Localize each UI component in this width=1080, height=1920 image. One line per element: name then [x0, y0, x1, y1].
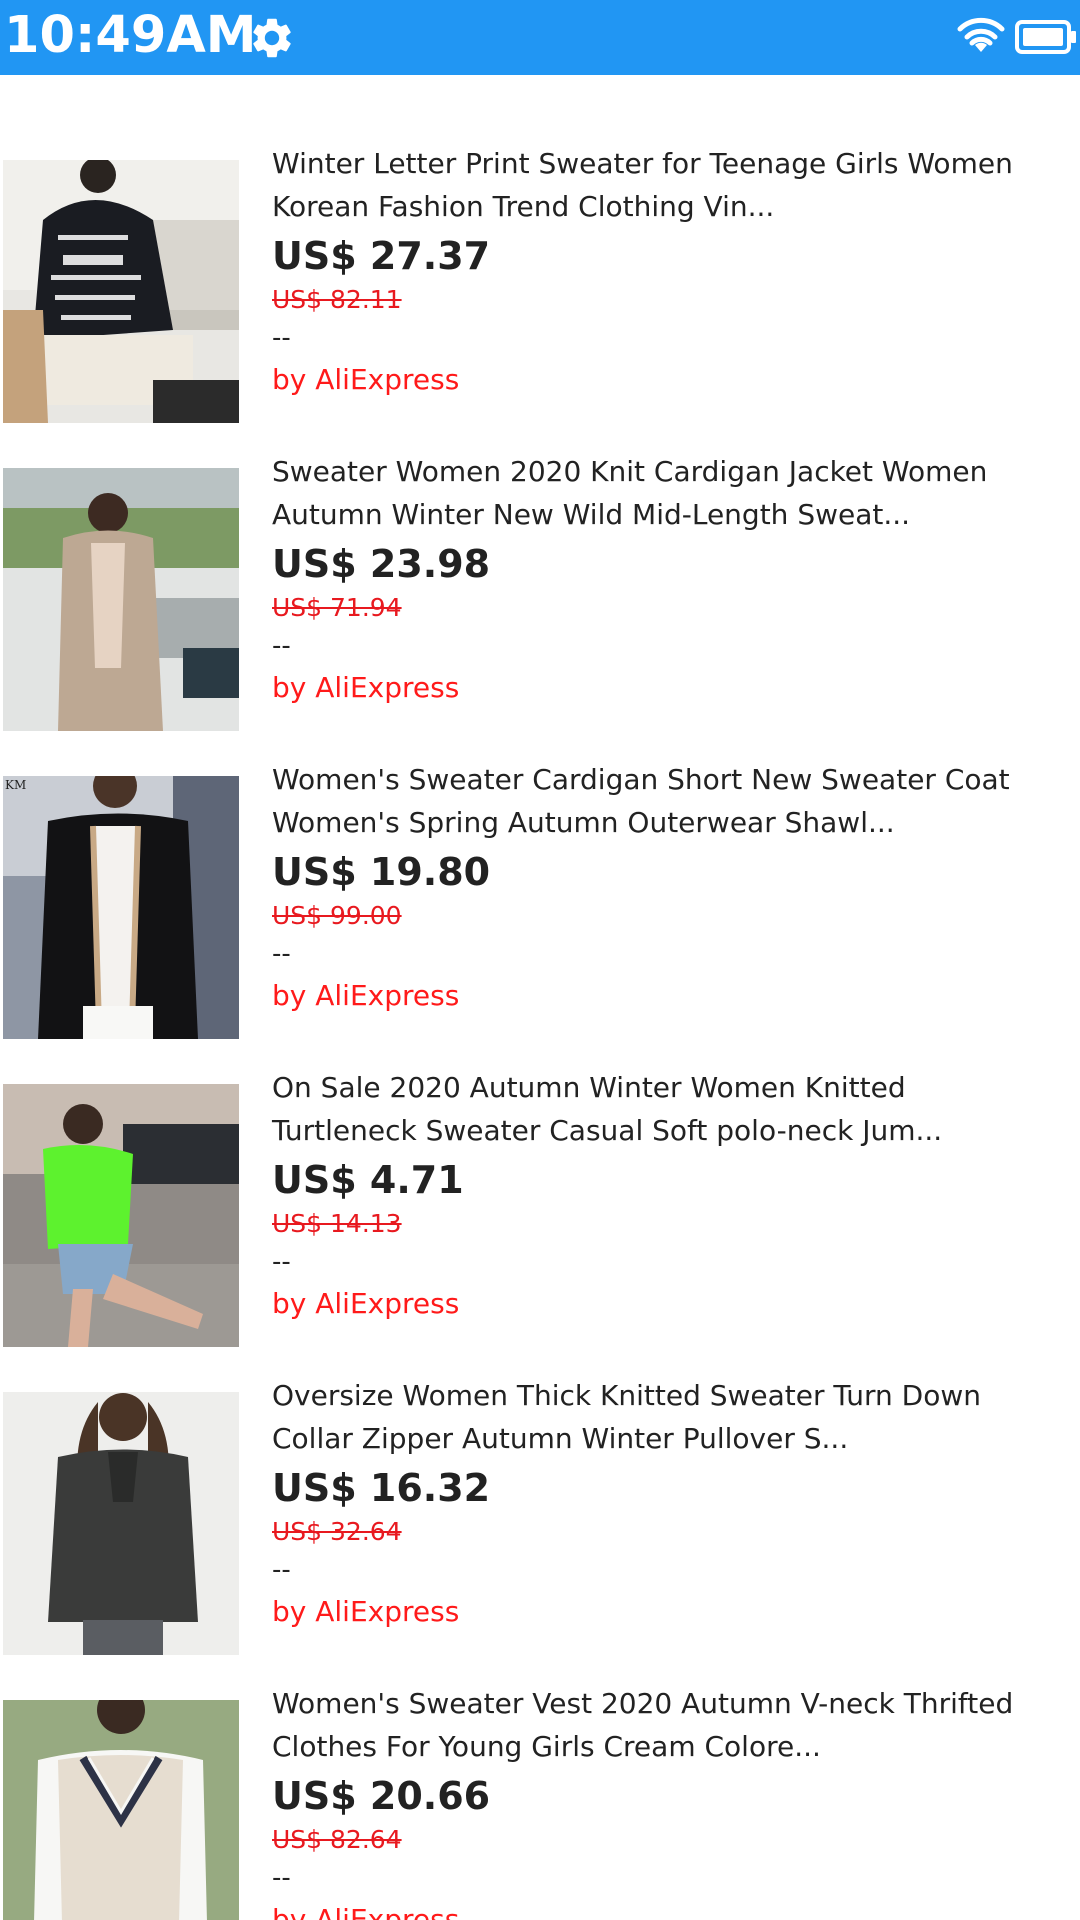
- product-info: Oversize Women Thick Knitted Sweater Tur…: [272, 1374, 1072, 1634]
- battery-icon: [1015, 20, 1076, 54]
- product-old-price: US$ 14.13: [272, 1209, 402, 1238]
- product-rating-placeholder: --: [272, 1247, 291, 1277]
- product-old-price: US$ 32.64: [272, 1517, 402, 1546]
- image-corner-text: KM: [5, 778, 27, 792]
- product-price: US$ 20.66: [272, 1774, 491, 1818]
- status-bar: 10:49AM: [0, 0, 1080, 75]
- wifi-icon: [957, 17, 1005, 52]
- product-title[interactable]: Women's Sweater Vest 2020 Autumn V-neck …: [272, 1682, 1072, 1768]
- product-info: Winter Letter Print Sweater for Teenage …: [272, 142, 1072, 402]
- product-rating-placeholder: --: [272, 323, 291, 353]
- product-image[interactable]: [3, 1700, 239, 1920]
- product-rating-placeholder: --: [272, 939, 291, 969]
- product-title[interactable]: Winter Letter Print Sweater for Teenage …: [272, 142, 1072, 228]
- status-time: 10:49AM: [4, 6, 257, 65]
- product-item[interactable]: Oversize Women Thick Knitted Sweater Tur…: [0, 1307, 1080, 1655]
- gear-icon: [253, 18, 291, 58]
- product-item[interactable]: Women's Sweater Vest 2020 Autumn V-neck …: [0, 1615, 1080, 1920]
- product-info: On Sale 2020 Autumn Winter Women Knitted…: [272, 1066, 1072, 1326]
- product-price: US$ 16.32: [272, 1466, 491, 1510]
- product-old-price: US$ 82.11: [272, 285, 402, 314]
- product-rating-placeholder: --: [272, 631, 291, 661]
- product-title[interactable]: On Sale 2020 Autumn Winter Women Knitted…: [272, 1066, 1072, 1152]
- product-item[interactable]: On Sale 2020 Autumn Winter Women Knitted…: [0, 999, 1080, 1347]
- product-old-price: US$ 99.00: [272, 901, 402, 930]
- product-info: Women's Sweater Cardigan Short New Sweat…: [272, 758, 1072, 1018]
- product-old-price: US$ 71.94: [272, 593, 402, 622]
- product-price: US$ 27.37: [272, 234, 491, 278]
- product-price: US$ 23.98: [272, 542, 491, 586]
- product-rating-placeholder: --: [272, 1555, 291, 1585]
- product-price: US$ 19.80: [272, 850, 491, 894]
- product-item[interactable]: Winter Letter Print Sweater for Teenage …: [0, 75, 1080, 423]
- product-list[interactable]: Winter Letter Print Sweater for Teenage …: [0, 75, 1080, 1920]
- product-title[interactable]: Sweater Women 2020 Knit Cardigan Jacket …: [272, 450, 1072, 536]
- product-price: US$ 4.71: [272, 1158, 464, 1202]
- product-info: Sweater Women 2020 Knit Cardigan Jacket …: [272, 450, 1072, 710]
- product-seller: by AliExpress: [272, 1903, 460, 1920]
- product-title[interactable]: Women's Sweater Cardigan Short New Sweat…: [272, 758, 1072, 844]
- product-rating-placeholder: --: [272, 1863, 291, 1893]
- product-info: Women's Sweater Vest 2020 Autumn V-neck …: [272, 1682, 1072, 1920]
- product-item[interactable]: KM Women's Sweater Cardigan Short New Sw…: [0, 691, 1080, 1039]
- product-item[interactable]: Sweater Women 2020 Knit Cardigan Jacket …: [0, 383, 1080, 731]
- product-title[interactable]: Oversize Women Thick Knitted Sweater Tur…: [272, 1374, 1072, 1460]
- product-old-price: US$ 82.64: [272, 1825, 402, 1854]
